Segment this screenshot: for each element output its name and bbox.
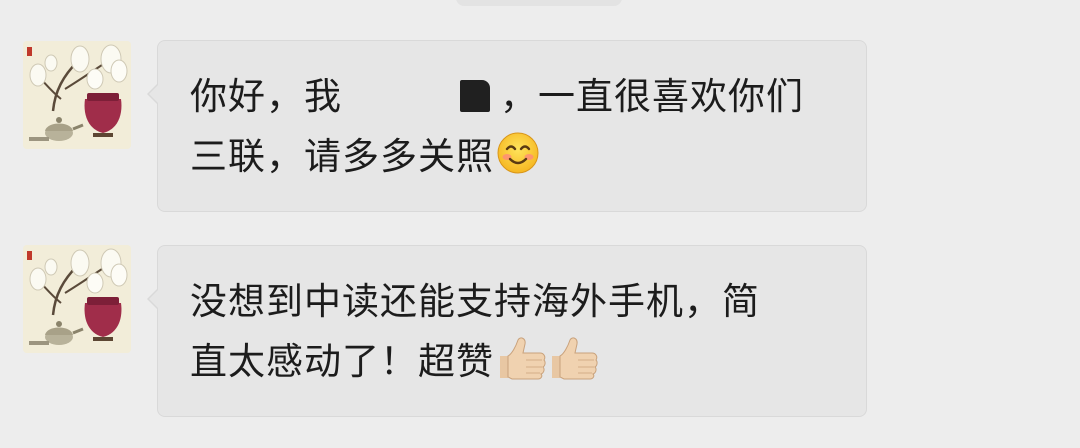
sender-avatar[interactable] <box>23 245 131 353</box>
message-text: 你好，我 ，一直很喜欢你们 三联，请多多关照 <box>158 41 866 187</box>
message-text-segment: 没想到中读还能支持海外手机，简 <box>190 280 760 323</box>
message-bubble[interactable]: 你好，我 ，一直很喜欢你们 三联，请多多关照 <box>147 40 867 212</box>
message-text-segment: 你好，我 <box>190 75 342 118</box>
magnolia-painting-icon <box>23 41 131 149</box>
message-text-segment: 直太感动了！超赞 <box>190 340 494 383</box>
smiling-face-emoji-icon <box>496 131 540 175</box>
redacted-name <box>342 80 500 112</box>
sender-avatar[interactable] <box>23 41 131 149</box>
thumbs-up-emoji-icon <box>496 336 600 380</box>
message-text-segment: 三联，请多多关照 <box>190 135 494 178</box>
message-text: 没想到中读还能支持海外手机，简 直太感动了！超赞 <box>158 246 866 392</box>
top-bubble-stub <box>456 0 622 6</box>
message-text-segment: ，一直很喜欢你们 <box>500 75 804 118</box>
message-bubble[interactable]: 没想到中读还能支持海外手机，简 直太感动了！超赞 <box>147 245 867 417</box>
magnolia-painting-icon <box>23 245 131 353</box>
